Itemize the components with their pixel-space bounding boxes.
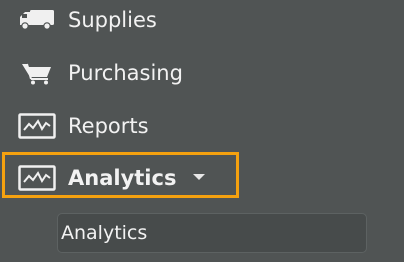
cart-icon <box>17 58 57 88</box>
sidebar-item-label: Supplies <box>68 8 157 32</box>
sidebar-item-analytics[interactable]: Analytics <box>0 155 404 201</box>
submenu-item-analytics[interactable]: Analytics <box>57 213 367 253</box>
sidebar-item-supplies[interactable]: Supplies <box>0 0 404 43</box>
sidebar-item-label: Reports <box>68 114 149 138</box>
sidebar-item-label: Analytics <box>68 166 177 190</box>
chevron-down-icon[interactable] <box>193 174 205 180</box>
sidebar-menu: Supplies Purchasing Reports Analytics An… <box>0 0 404 262</box>
chart-icon <box>17 163 57 193</box>
sidebar-item-reports[interactable]: Reports <box>0 103 404 149</box>
sidebar-item-purchasing[interactable]: Purchasing <box>0 50 404 96</box>
chart-icon <box>17 111 57 141</box>
truck-icon <box>17 5 57 35</box>
sidebar-item-label: Purchasing <box>68 61 183 85</box>
